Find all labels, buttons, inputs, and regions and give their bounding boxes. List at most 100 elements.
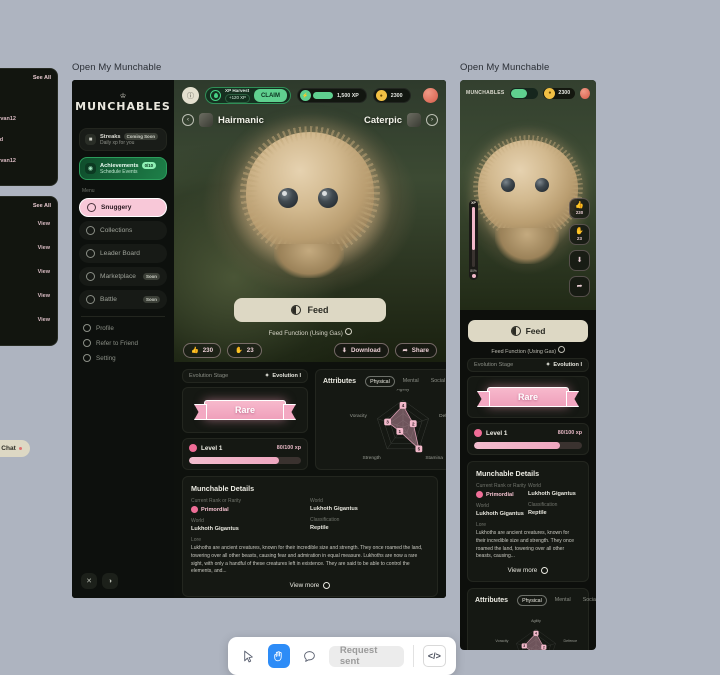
avatar[interactable]: [423, 88, 438, 103]
sidebar-item-refer[interactable]: Refer to Friend: [83, 339, 167, 347]
sidebar-item-snuggery[interactable]: Snuggery: [79, 198, 167, 217]
xp-icon: ⚡: [299, 90, 311, 101]
view-more-button[interactable]: View more: [191, 582, 429, 589]
share-button[interactable]: ➦ Share: [394, 342, 437, 358]
streaks-sub: Daily xp for you: [100, 140, 135, 146]
clap-count: 23: [246, 346, 254, 354]
notification-sub: 08:30AM: [0, 164, 51, 170]
tab-social[interactable]: Social: [427, 376, 446, 387]
detail-key: World: [310, 498, 323, 504]
hand-icon[interactable]: [268, 644, 290, 668]
sidebar-item-setting[interactable]: Setting: [83, 354, 167, 362]
svg-text:3: 3: [523, 644, 525, 648]
view-link[interactable]: View: [38, 317, 50, 323]
coin-balance-chip[interactable]: ● 2300: [372, 88, 411, 103]
sidebar-divider: [81, 316, 165, 317]
info-icon[interactable]: [557, 346, 565, 353]
level-label: Level 1: [201, 444, 223, 452]
view-link[interactable]: View: [38, 293, 50, 299]
see-all-link-2[interactable]: See All: [33, 203, 51, 209]
live-chat-button[interactable]: ◯ Live Chat: [0, 440, 30, 457]
attributes-title: Attributes: [323, 378, 357, 385]
secondary-list-panel[interactable]: See All r1 View View View View View: [0, 196, 58, 346]
code-view-button[interactable]: </>: [422, 645, 447, 667]
prev-munchable-button[interactable]: ‹: [182, 114, 194, 126]
share-button[interactable]: ➦: [569, 276, 590, 297]
list-item[interactable]: jason24 Just now: [0, 95, 51, 107]
attributes-radar-chart: Agility4Defence2Stamina5Strength1Voracit…: [475, 608, 581, 650]
view-more-button[interactable]: View more: [476, 567, 580, 574]
achievements-card[interactable]: ◉ Achievements 0/10 Schedule Events: [79, 157, 167, 180]
x-icon[interactable]: ✕: [81, 573, 97, 589]
xp-progress-chip[interactable]: [509, 87, 539, 99]
app-logo[interactable]: MUNCHABLES: [466, 90, 505, 96]
sidebar-item-collections[interactable]: Collections: [79, 221, 167, 240]
attributes-radar-chart: Agility4Defence2Stamina5Strength1Voracit…: [323, 389, 446, 463]
sidebar-item-marketplace[interactable]: Marketplace Soon: [79, 267, 167, 286]
next-munchable-button[interactable]: ›: [426, 114, 438, 126]
detail-key: World: [191, 518, 204, 524]
clap-button[interactable]: ✋ 23: [569, 224, 590, 245]
cart-icon: [86, 272, 95, 281]
tab-physical[interactable]: Physical: [517, 595, 547, 606]
paw-icon: [87, 203, 96, 212]
thumbs-up-icon: 👍: [575, 202, 584, 209]
app-logo[interactable]: ♔ MUNCHABLES: [75, 88, 170, 118]
avatar[interactable]: [580, 87, 590, 99]
see-all-link[interactable]: See All: [33, 75, 51, 81]
prev-munchable-thumb[interactable]: [199, 113, 213, 127]
feed-button[interactable]: Feed: [468, 320, 588, 342]
level-xp: 80/100 xp: [557, 430, 582, 436]
tab-physical[interactable]: Physical: [365, 376, 395, 387]
evolution-stage-value: ✦ Evolution I: [545, 362, 582, 368]
list-item[interactable]: Back Head 2h ago: [0, 137, 51, 149]
streaks-card[interactable]: ■ Streaks Coming Soon Daily xp for you: [79, 128, 167, 151]
feed-icon: [510, 326, 521, 336]
xp-harvest-card[interactable]: XP Harvest +120 XP CLAIM: [205, 87, 291, 104]
tab-social[interactable]: Social: [579, 595, 596, 606]
sidebar-item-leader-board[interactable]: Leader Board: [79, 244, 167, 263]
view-link[interactable]: View: [38, 269, 50, 275]
request-sent-status[interactable]: Request sent: [328, 645, 404, 667]
sidebar-item-battle[interactable]: Battle Soon: [79, 290, 167, 309]
share-icon: ➦: [576, 282, 583, 290]
info-icon[interactable]: ⓘ: [182, 87, 199, 104]
list-item[interactable]: ed from irvan12 20m ago: [0, 116, 51, 128]
lore-text: Lukhoths are ancient creatures, known fo…: [191, 545, 423, 575]
creature-illustration: [240, 132, 380, 282]
claim-button[interactable]: CLAIM: [253, 89, 287, 102]
view-link[interactable]: View: [38, 221, 50, 227]
tab-mental[interactable]: Mental: [399, 376, 423, 387]
view-link[interactable]: View: [38, 245, 50, 251]
feed-button[interactable]: Feed: [234, 298, 386, 322]
sidebar-item-label: Snuggery: [101, 204, 132, 211]
streaks-title: Streaks: [100, 133, 121, 140]
creature-illustration: [473, 140, 583, 270]
clap-button[interactable]: ✋ 23: [227, 342, 262, 358]
sidebar-item-profile[interactable]: Profile: [83, 324, 167, 332]
cursor-icon[interactable]: [238, 644, 259, 668]
svg-text:1: 1: [399, 429, 402, 434]
achievements-badge: 0/10: [141, 162, 157, 169]
like-count: 230: [575, 210, 584, 215]
like-button[interactable]: 👍 230: [183, 342, 222, 358]
svg-text:3: 3: [386, 420, 389, 425]
tab-mental[interactable]: Mental: [551, 595, 575, 606]
evolution-stage-header: Evolution Stage ✦ Evolution I: [182, 369, 308, 383]
chevron-down-icon: [323, 582, 331, 589]
list-item[interactable]: ed from irvan12 08:30AM: [0, 158, 51, 170]
download-button[interactable]: ⬇: [569, 250, 590, 271]
xp-harvest-amount: +120 XP: [225, 94, 250, 103]
next-munchable-thumb[interactable]: [407, 113, 421, 127]
notifications-panel[interactable]: See All jason24 Just now ed from irvan12…: [0, 68, 58, 186]
download-button[interactable]: ⬇ Download: [333, 342, 389, 358]
comment-icon[interactable]: [299, 644, 320, 668]
like-count: 230: [202, 346, 214, 354]
like-button[interactable]: 👍 230: [569, 198, 590, 219]
feed-button-label: Feed: [525, 326, 546, 336]
discord-icon[interactable]: ◑: [102, 573, 118, 589]
coin-balance-chip[interactable]: ● 2300: [543, 87, 576, 99]
info-icon[interactable]: [344, 328, 352, 335]
xp-balance-chip[interactable]: ⚡ 1,500 XP: [296, 88, 367, 103]
level-card: Level 1 80/100 xp: [182, 438, 308, 470]
